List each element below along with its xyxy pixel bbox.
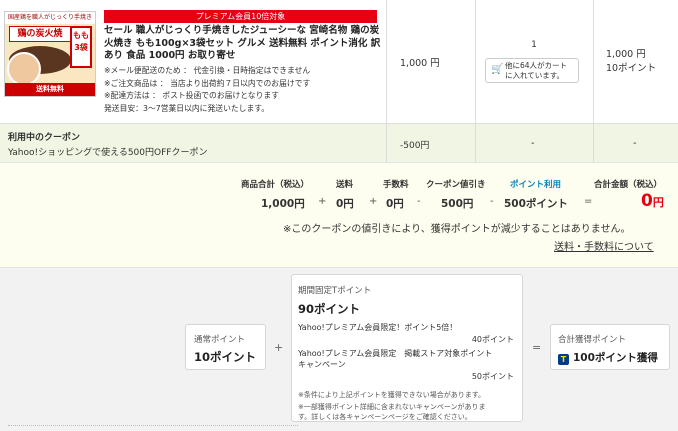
thumbnail-title: 鶏の炭火焼 <box>9 26 71 42</box>
total-points-value: T 100ポイント獲得 <box>558 350 658 365</box>
campaign-points: 40ポイント <box>471 335 514 344</box>
total-points-box: 合計獲得ポイント T 100ポイント獲得 <box>550 324 670 370</box>
cart-notice-line: に入れています。 <box>505 71 565 80</box>
thumbnail-top-text: 国産鶏を職人がじっくり手焼き <box>5 12 95 24</box>
total-points-label: 合計獲得ポイント <box>558 335 627 345</box>
grand-total-unit: 円 <box>652 196 664 209</box>
grand-total-value: 0円 <box>641 191 664 211</box>
campaign-name: Yahoo!プレミアム会員限定！ポイント5倍！ <box>298 323 458 332</box>
product-title-link[interactable]: セール 職人がじっくり手焼きしたジューシーな 宮崎名物 鶏の炭火焼き もも100… <box>104 25 382 63</box>
premium-badge: プレミアム会員10倍対象 <box>104 10 377 23</box>
total-points-text: 100ポイント獲得 <box>573 352 658 364</box>
equals-operator: = <box>532 341 542 354</box>
product-notes: ※メール便配送のため ： 代金引換・日時指定はできません ※ご注文商品は ： 当… <box>104 65 382 115</box>
minus-operator: - <box>490 196 494 207</box>
shipping-label: 送料 <box>336 180 354 190</box>
column-divider <box>593 0 594 124</box>
points-disclaimer-cont: す。詳しくは各キャンペーンページをご確認ください。 <box>298 413 472 421</box>
t-point-icon: T <box>558 354 569 365</box>
coupon-description: Yahoo!ショッピングで使える500円OFFクーポン <box>8 148 208 158</box>
coupon-discount: -500円 <box>400 141 430 151</box>
campaign-name-cont: キャンペーン <box>298 360 346 369</box>
grand-total-amount: 0 <box>641 191 653 211</box>
fixed-points-label: 期間固定Tポイント <box>298 286 372 296</box>
coupon-discount-value: 500円 <box>441 198 474 210</box>
product-note: 発送目安：3〜7営業日以内に発送いたします。 <box>104 103 270 113</box>
order-summary: 商品合計（税込） 送料 手数料 クーポン値引き ポイント利用 合計金額（税込） … <box>0 163 678 267</box>
grand-total-label: 合計金額（税込） <box>594 180 663 190</box>
item-subtotal: 1,000 円 10ポイント <box>606 48 656 76</box>
plus-operator: + <box>369 196 378 207</box>
equals-operator: = <box>584 196 593 207</box>
plus-operator: + <box>274 341 284 354</box>
plus-operator: + <box>318 196 327 207</box>
shopping-cart-icon: 🛒 <box>491 64 504 75</box>
points-disclaimer: ※条件により上記ポイントを獲得できない場合があります。 <box>298 391 486 399</box>
shipping-value: 0円 <box>336 198 354 210</box>
campaign-name: Yahoo!プレミアム会員限定 掲載ストア対象ポイント <box>298 349 493 358</box>
normal-points-box: 通常ポイント 10ポイント <box>185 324 266 370</box>
quantity-value[interactable]: 1 <box>475 40 593 50</box>
column-divider <box>475 124 476 163</box>
campaign-points: 50ポイント <box>471 372 514 381</box>
product-total-value: 1,000円 <box>261 198 305 210</box>
cart-notice-line: 他に64人がカート <box>505 61 568 70</box>
points-used-value: 500ポイント <box>504 198 568 210</box>
product-note: ※ご注文商品は ： 当店より出荷約７日以内でのお届けです <box>104 78 311 88</box>
column-divider <box>386 0 387 124</box>
minus-operator: - <box>417 196 421 207</box>
coupon-heading: 利用中のクーポン <box>8 133 81 143</box>
applied-coupon-row: 利用中のクーポン Yahoo!ショッピングで使える500円OFFクーポン -50… <box>0 124 678 163</box>
cart-item-row: 国産鶏を職人がじっくり手焼き 鶏の炭火焼 もも3袋 送料無料 プレミアム会員10… <box>0 0 678 124</box>
product-note: ※メール便配送のため ： 代金引換・日時指定はできません <box>104 66 311 75</box>
coupon-quantity-dash: - <box>531 138 535 149</box>
cut-off-content <box>8 425 298 431</box>
product-total-label: 商品合計（税込） <box>241 180 310 190</box>
normal-points-label: 通常ポイント <box>194 335 246 345</box>
column-divider <box>386 124 387 163</box>
shipping-fees-link[interactable]: 送料・手数料について <box>554 238 654 253</box>
fee-label: 手数料 <box>383 180 409 190</box>
chef-illustration-icon <box>7 52 41 86</box>
points-breakdown: 通常ポイント 10ポイント + 期間固定Tポイント 90ポイント Yahoo!プ… <box>0 267 678 431</box>
column-divider <box>475 0 476 124</box>
fee-value: 0円 <box>386 198 404 210</box>
column-divider <box>593 124 594 163</box>
coupon-discount-label: クーポン値引き <box>426 180 486 190</box>
coupon-points-note: ※このクーポンの値引きにより、獲得ポイントが減少することはありません。 <box>283 224 631 235</box>
normal-points-value: 10ポイント <box>194 350 257 364</box>
product-thumbnail[interactable]: 国産鶏を職人がじっくり手焼き 鶏の炭火焼 もも3袋 送料無料 <box>4 11 96 97</box>
points-disclaimer: ※一部獲得ポイント詳細に含まれないキャンペーンがありま <box>298 403 486 411</box>
coupon-subtotal-dash: - <box>633 138 637 149</box>
thumbnail-free-shipping: 送料無料 <box>5 83 95 96</box>
fixed-t-points-box: 期間固定Tポイント 90ポイント Yahoo!プレミアム会員限定！ポイント5倍！… <box>291 274 523 422</box>
cart-popularity-notice: 🛒 他に64人がカート に入れています。 <box>485 58 579 83</box>
subtotal-points: 10ポイント <box>606 63 657 74</box>
thumbnail-momo-label: もも3袋 <box>70 26 92 68</box>
product-note: ※配達方法は ： ポスト投函でのお届けとなります <box>104 91 279 100</box>
fixed-points-value: 90ポイント <box>298 302 361 316</box>
unit-price: 1,000 円 <box>400 58 440 69</box>
subtotal-price: 1,000 円 <box>606 49 646 60</box>
points-used-label: ポイント利用 <box>510 180 562 190</box>
